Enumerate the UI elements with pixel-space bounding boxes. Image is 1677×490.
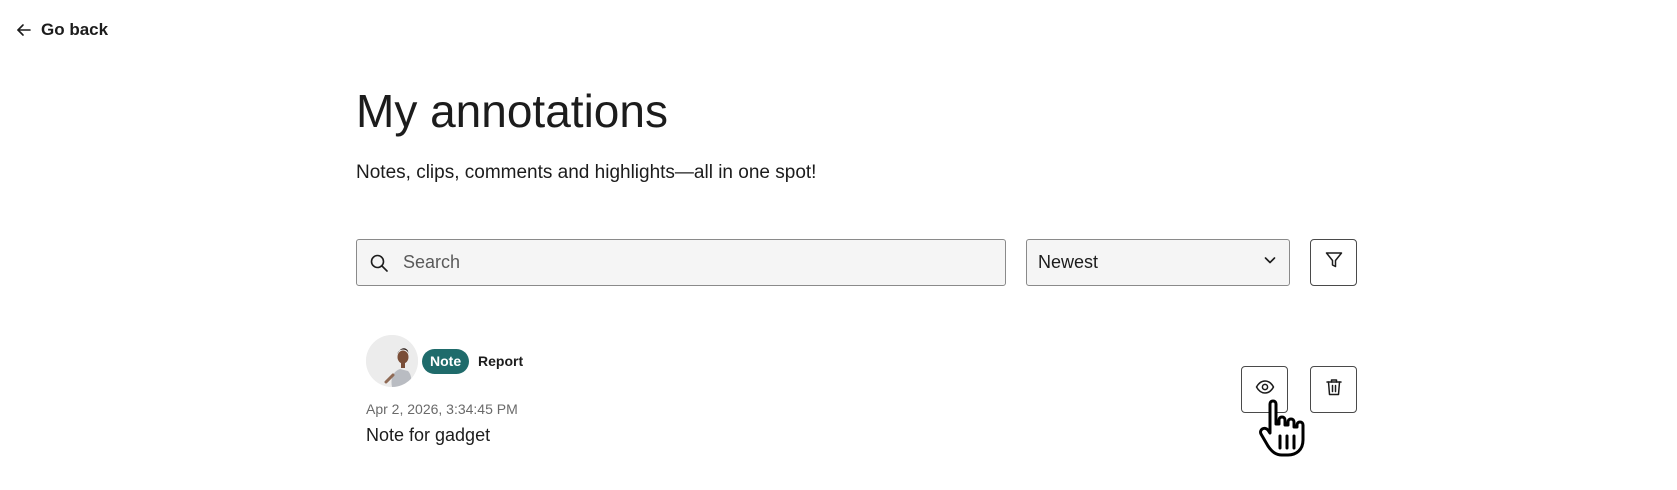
avatar xyxy=(366,335,418,387)
annotation-type-badge: Note xyxy=(422,349,470,374)
annotation-item: Note Report Apr 2, 2026, 3:34:45 PM Note… xyxy=(366,335,1356,455)
annotation-date: Apr 2, 2026, 3:34:45 PM xyxy=(366,401,518,417)
view-annotation-button[interactable] xyxy=(1241,366,1288,413)
page-title: My annotations xyxy=(356,85,668,137)
sort-selected-value: Newest xyxy=(1038,252,1099,272)
sort-select[interactable]: Newest xyxy=(1026,239,1290,286)
go-back-link[interactable]: Go back xyxy=(16,20,108,40)
annotation-text: Note for gadget xyxy=(366,425,491,445)
search-box xyxy=(356,239,1006,286)
trash-icon xyxy=(1324,377,1344,402)
search-input[interactable] xyxy=(403,252,983,273)
annotation-category: Report xyxy=(478,353,524,369)
arrow-left-icon xyxy=(16,22,32,38)
page-subtitle: Notes, clips, comments and highlights—al… xyxy=(356,162,817,183)
filter-icon xyxy=(1324,250,1344,275)
delete-annotation-button[interactable] xyxy=(1310,366,1357,413)
eye-icon xyxy=(1255,377,1275,402)
chevron-down-icon xyxy=(1263,253,1277,272)
search-icon xyxy=(369,253,389,273)
filter-button[interactable] xyxy=(1310,239,1357,286)
go-back-label: Go back xyxy=(41,20,109,39)
